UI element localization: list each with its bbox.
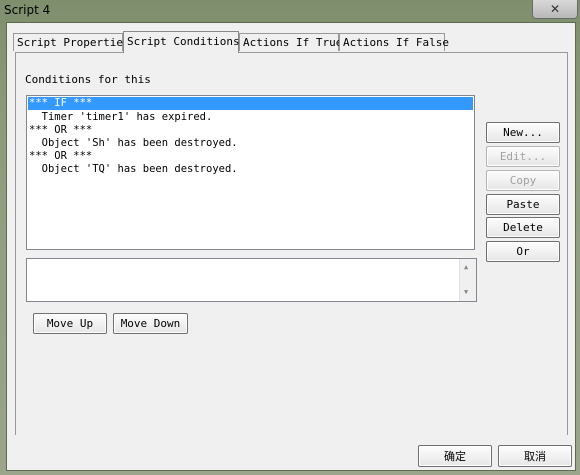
copy-button[interactable]: Copy [486, 170, 560, 191]
condition-item[interactable]: Object 'Sh' has been destroyed. [27, 137, 474, 150]
tab-panel: Conditions for this *** IF *** Timer 'ti… [15, 52, 568, 449]
scroll-down-icon[interactable]: ▼ [464, 288, 468, 296]
scroll-up-icon[interactable]: ▲ [464, 263, 468, 271]
cancel-button[interactable]: 取消 [498, 445, 572, 467]
tab-actions-if-true[interactable]: Actions If True [239, 33, 342, 51]
window-title: Script 4 [4, 3, 51, 17]
tab-script-properties[interactable]: Script Properties [13, 33, 130, 51]
title-bar[interactable]: Script 4 ✕ [0, 0, 580, 22]
move-down-button[interactable]: Move Down [113, 313, 188, 334]
detail-scrollbar[interactable]: ▲ ▼ [459, 259, 476, 301]
tab-script-conditions[interactable]: Script Conditions [123, 31, 240, 53]
ok-button[interactable]: 确定 [418, 445, 492, 467]
or-button[interactable]: Or [486, 241, 560, 262]
new-button[interactable]: New... [486, 122, 560, 143]
condition-item[interactable]: *** IF *** [28, 97, 473, 110]
dialog-footer: 确定 取消 [7, 435, 575, 470]
condition-detail-textbox[interactable]: ▲ ▼ [26, 258, 477, 302]
conditions-list[interactable]: *** IF *** Timer 'timer1' has expired. *… [26, 95, 475, 250]
conditions-label: Conditions for this [25, 73, 151, 86]
close-button[interactable]: ✕ [532, 0, 578, 19]
dialog-client-area: Script Properties Script Conditions Acti… [6, 22, 576, 471]
delete-button[interactable]: Delete [486, 217, 560, 238]
tab-actions-if-false[interactable]: Actions If False [339, 33, 449, 51]
move-up-button[interactable]: Move Up [33, 313, 107, 334]
condition-item[interactable]: *** OR *** [27, 150, 474, 163]
condition-item[interactable]: *** OR *** [27, 124, 474, 137]
dialog-window: Script 4 ✕ Script Properties Script Cond… [0, 0, 580, 475]
close-icon: ✕ [549, 2, 561, 16]
condition-item[interactable]: Object 'TQ' has been destroyed. [27, 163, 474, 176]
edit-button[interactable]: Edit... [486, 146, 560, 167]
paste-button[interactable]: Paste [486, 194, 560, 215]
condition-item[interactable]: Timer 'timer1' has expired. [27, 111, 474, 124]
